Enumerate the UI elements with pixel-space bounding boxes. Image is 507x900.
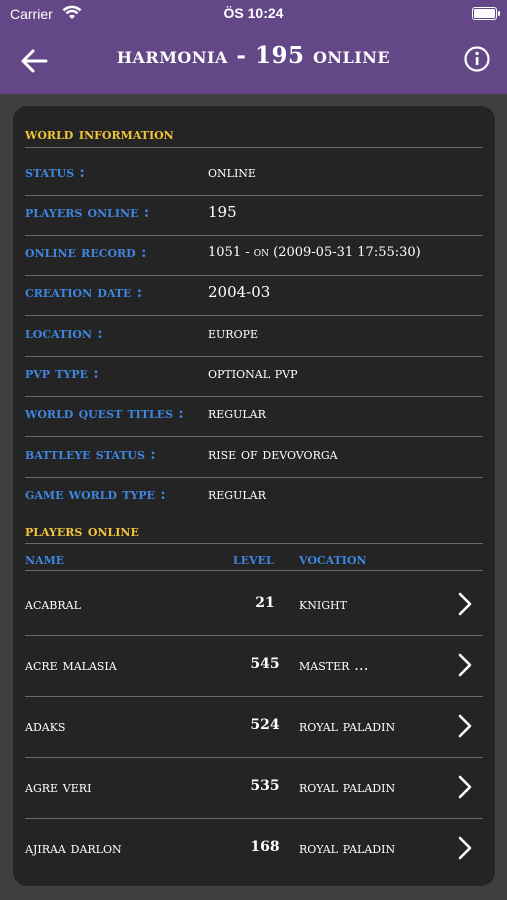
info-label: pvp type : — [25, 364, 99, 382]
divider — [25, 195, 483, 196]
chevron-right-icon — [458, 775, 472, 799]
divider — [25, 315, 483, 316]
info-value: optional pvp — [208, 364, 298, 382]
info-icon[interactable] — [463, 45, 491, 73]
divider — [25, 570, 483, 571]
info-value: online — [208, 163, 256, 181]
navigation-bar: harmonia - 195 online — [0, 28, 507, 94]
info-label: game world type : — [25, 485, 166, 503]
player-row[interactable]: adaks 524 royal paladin — [25, 697, 483, 758]
info-label: location : — [25, 324, 103, 342]
player-vocation: knight — [299, 595, 347, 613]
info-row-battleye-status: battleye status : rise of devovorga — [25, 445, 483, 485]
info-row-creation-date: creation date : 2004-03 — [25, 283, 483, 323]
player-level: 524 — [250, 717, 280, 733]
player-vocation: royal paladin — [299, 839, 396, 857]
divider — [25, 396, 483, 397]
column-header-name: name — [25, 549, 65, 568]
chevron-right-icon — [458, 653, 472, 677]
info-row-online-record: online record : 1051 - on (2009-05-31 17… — [25, 243, 483, 283]
info-value: rise of devovorga — [208, 445, 338, 463]
divider — [25, 436, 483, 437]
player-level: 21 — [255, 595, 275, 611]
back-arrow-icon[interactable] — [18, 46, 50, 76]
world-info-title: world information — [25, 124, 174, 143]
info-label: players online : — [25, 203, 150, 221]
chevron-right-icon — [458, 592, 472, 616]
chevron-right-icon — [458, 836, 472, 860]
info-row-pvp-type: pvp type : optional pvp — [25, 364, 483, 404]
player-name: ajiraa darlon — [25, 839, 122, 857]
info-value: regular — [208, 485, 266, 503]
info-label: online record : — [25, 243, 147, 261]
info-row-status: status : online — [25, 163, 483, 203]
player-vocation: royal paladin — [299, 717, 396, 735]
info-row-players-online: players online : 195 — [25, 203, 483, 243]
info-row-location: location : europe — [25, 324, 483, 364]
divider — [25, 356, 483, 357]
divider — [25, 275, 483, 276]
info-value: 195 — [208, 203, 237, 221]
players-online-title: players online — [25, 521, 139, 540]
info-label: creation date : — [25, 283, 143, 301]
info-row-game-world-type: game world type : regular — [25, 485, 483, 525]
player-name: acabral — [25, 595, 81, 613]
player-name: adaks — [25, 717, 66, 735]
player-level: 168 — [250, 839, 280, 855]
info-row-world-quest-titles: world quest titles : regular — [25, 404, 483, 444]
battery-icon — [472, 7, 500, 20]
player-name: acre malasia — [25, 656, 117, 674]
column-header-vocation: vocation — [299, 549, 367, 568]
player-row[interactable]: acre malasia 545 master ... — [25, 636, 483, 697]
divider — [25, 543, 483, 544]
column-header-level: level — [233, 549, 274, 568]
info-value: 1051 - on (2009-05-31 17:55:30) — [208, 245, 421, 260]
player-level: 535 — [250, 778, 280, 794]
info-label: status : — [25, 163, 85, 181]
world-card: world information status : online player… — [13, 106, 495, 886]
player-row[interactable]: agre veri 535 royal paladin — [25, 758, 483, 819]
player-level: 545 — [250, 656, 280, 672]
page-title: harmonia - 195 online — [116, 42, 391, 69]
info-value: europe — [208, 324, 259, 342]
player-row[interactable]: ajiraa darlon 168 royal paladin — [25, 819, 483, 880]
status-bar: Carrier ÖS 10:24 — [0, 0, 507, 28]
info-label: world quest titles : — [25, 404, 184, 422]
clock: ÖS 10:24 — [223, 5, 284, 21]
player-vocation: master ... — [299, 656, 369, 674]
info-value: regular — [208, 404, 266, 422]
info-label: battleye status : — [25, 445, 156, 463]
divider — [25, 477, 483, 478]
player-vocation: royal paladin — [299, 778, 396, 796]
player-name: agre veri — [25, 778, 92, 796]
top-bar: Carrier ÖS 10:24 harmonia - 195 online — [0, 0, 507, 94]
divider — [25, 235, 483, 236]
chevron-right-icon — [458, 714, 472, 738]
divider — [25, 147, 483, 148]
player-row[interactable]: acabral 21 knight — [25, 575, 483, 636]
info-value: 2004-03 — [208, 283, 271, 301]
